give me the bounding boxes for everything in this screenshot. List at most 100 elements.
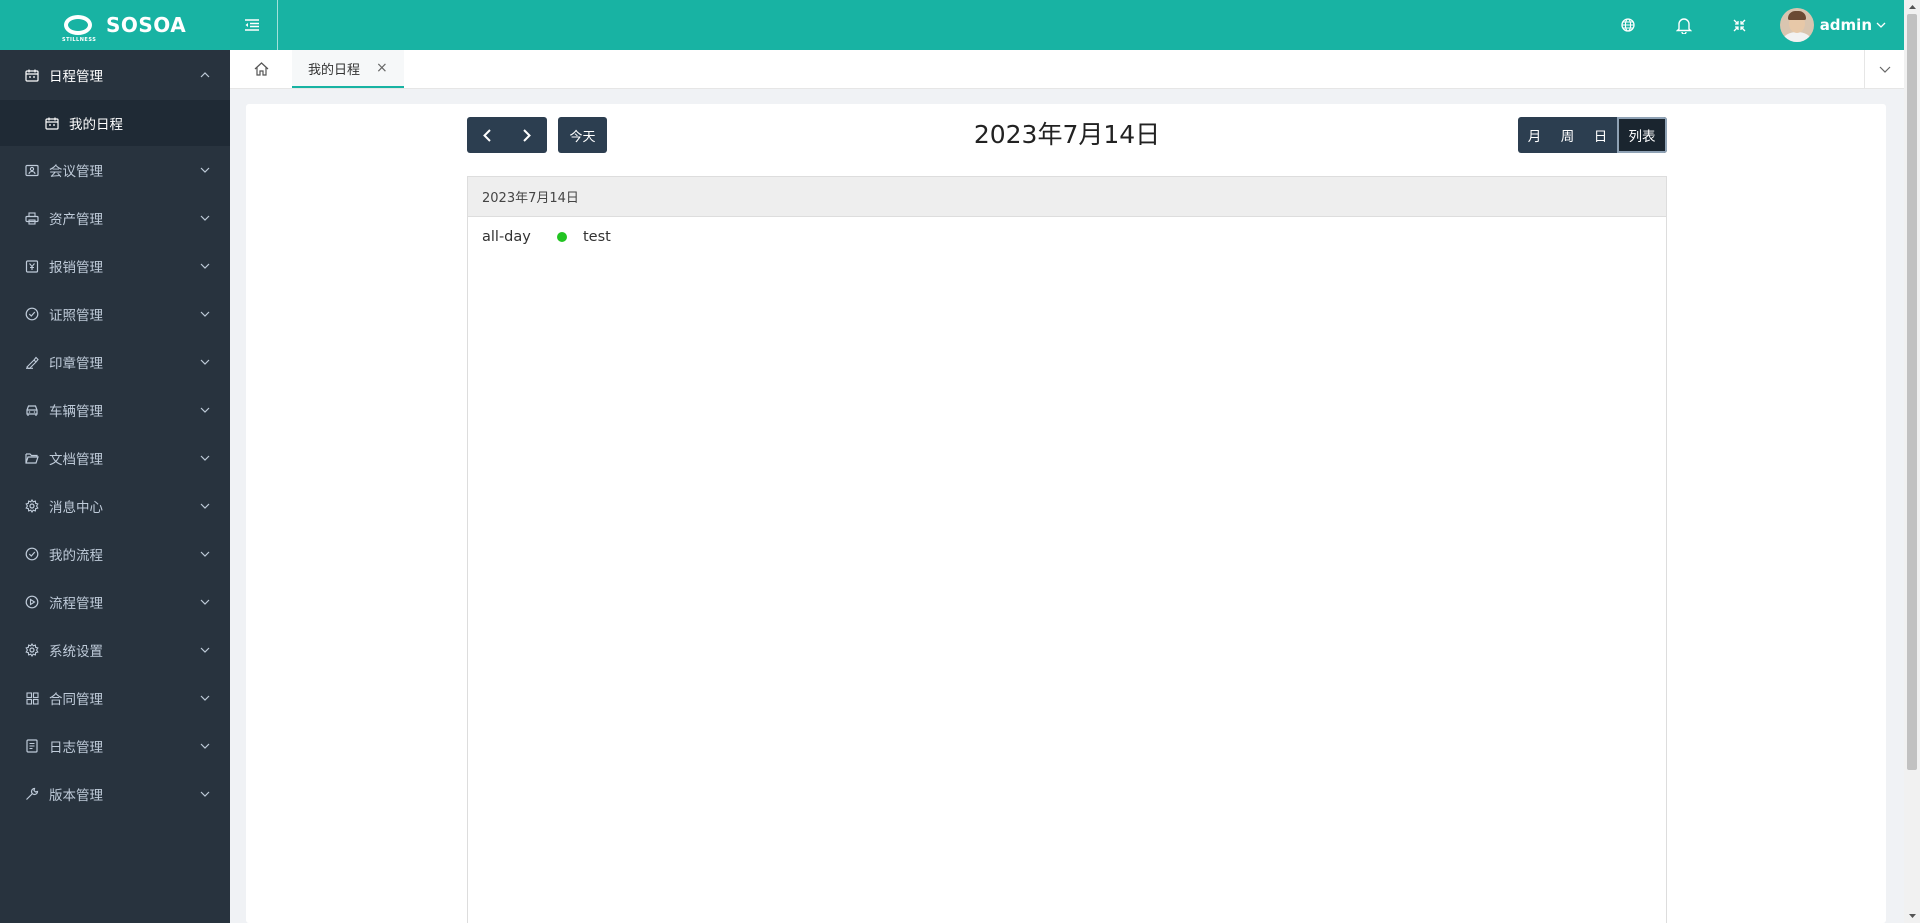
page-scrollbar[interactable] <box>1904 0 1920 923</box>
scroll-thumb[interactable] <box>1907 14 1917 770</box>
chevron-down-icon <box>200 791 210 797</box>
chevron-right-icon <box>523 128 531 142</box>
tab-label: 我的日程 <box>308 62 361 78</box>
sidebar-item-reimbursement[interactable]: 报销管理 <box>0 242 230 290</box>
list-day-heading: 2023年7月14日 <box>468 177 1666 217</box>
sidebar-item-label: 合同管理 <box>49 692 103 708</box>
grid-icon <box>24 690 40 706</box>
scroll-down-arrow[interactable] <box>1904 909 1920 923</box>
sidebar-item-seals[interactable]: 印章管理 <box>0 338 230 386</box>
triangle-down-icon <box>1908 914 1916 918</box>
meeting-icon <box>24 162 40 178</box>
event-color-dot <box>557 232 567 242</box>
calendar-icon <box>24 67 40 83</box>
sidebar-item-label: 版本管理 <box>49 788 103 804</box>
sidebar-item-settings[interactable]: 系统设置 <box>0 626 230 674</box>
calendar-icon <box>44 115 60 131</box>
chevron-down-icon <box>200 743 210 749</box>
gear-icon <box>24 498 40 514</box>
globe-icon <box>1621 18 1635 32</box>
sidebar-item-label: 日程管理 <box>49 69 103 85</box>
view-list-button[interactable]: 列表 <box>1617 117 1667 153</box>
car-icon <box>24 402 40 418</box>
sidebar-item-contracts[interactable]: 合同管理 <box>0 674 230 722</box>
fullscreen-button[interactable] <box>1712 0 1768 50</box>
sidebar-item-messages[interactable]: 消息中心 <box>0 482 230 530</box>
list-event[interactable]: all-day test <box>468 217 1666 257</box>
app-name: SOSOA <box>106 13 187 37</box>
yen-icon <box>24 258 40 274</box>
chevron-down-icon <box>200 263 210 269</box>
sidebar-item-schedule[interactable]: 日程管理 <box>0 50 230 100</box>
sidebar-item-label: 我的日程 <box>69 117 123 133</box>
chevron-up-icon <box>200 72 210 78</box>
play-circle-icon <box>24 594 40 610</box>
header-actions: admin <box>1600 0 1920 50</box>
chevron-down-icon <box>200 167 210 173</box>
sidebar-item-label: 文档管理 <box>49 452 103 468</box>
sidebar-item-my-workflows[interactable]: 我的流程 <box>0 530 230 578</box>
user-menu[interactable]: admin <box>1779 8 1886 42</box>
view-week-button[interactable]: 周 <box>1551 117 1584 153</box>
sidebar-item-label: 会议管理 <box>49 164 103 180</box>
sidebar-item-logs[interactable]: 日志管理 <box>0 722 230 770</box>
chevron-down-icon <box>200 503 210 509</box>
home-icon <box>254 62 268 76</box>
sidebar: 日程管理 我的日程 会议管理 资产管理 报销管理 证照管理 印章管理 车辆管理 … <box>0 50 230 923</box>
next-button[interactable] <box>507 117 547 153</box>
sidebar-item-assets[interactable]: 资产管理 <box>0 194 230 242</box>
logo-subtext: STILLNESS <box>62 37 97 43</box>
calendar-view-switcher: 月 周 日 列表 <box>1518 117 1667 153</box>
view-day-button[interactable]: 日 <box>1584 117 1617 153</box>
document-icon <box>24 738 40 754</box>
tabs-dropdown-button[interactable] <box>1864 50 1904 88</box>
language-button[interactable] <box>1600 0 1656 50</box>
chevron-down-icon <box>200 359 210 365</box>
sidebar-item-label: 日志管理 <box>49 740 103 756</box>
sidebar-item-meetings[interactable]: 会议管理 <box>0 146 230 194</box>
folder-open-icon <box>24 450 40 466</box>
today-button[interactable]: 今天 <box>558 117 607 153</box>
sidebar-item-licenses[interactable]: 证照管理 <box>0 290 230 338</box>
sidebar-item-my-schedule[interactable]: 我的日程 <box>0 100 230 146</box>
sidebar-item-vehicles[interactable]: 车辆管理 <box>0 386 230 434</box>
home-tab[interactable] <box>230 50 292 88</box>
app-logo[interactable]: STILLNESS SOSOA <box>0 0 230 50</box>
sidebar-item-workflow-admin[interactable]: 流程管理 <box>0 578 230 626</box>
chevron-left-icon <box>483 128 491 142</box>
chevron-down-icon <box>200 407 210 413</box>
notifications-button[interactable] <box>1656 0 1712 50</box>
chevron-down-icon <box>200 215 210 221</box>
tab-my-schedule[interactable]: 我的日程 × <box>292 50 404 88</box>
calendar-nav-group <box>467 117 547 153</box>
chevron-down-icon <box>1876 22 1886 28</box>
sidebar-item-label: 证照管理 <box>49 308 103 324</box>
chevron-down-icon <box>200 311 210 317</box>
menu-toggle-button[interactable] <box>226 0 278 50</box>
prev-button[interactable] <box>467 117 507 153</box>
menu-fold-icon <box>244 19 259 31</box>
sidebar-item-label: 车辆管理 <box>49 404 103 420</box>
sidebar-item-label: 资产管理 <box>49 212 103 228</box>
wrench-icon <box>24 786 40 802</box>
stamp-icon <box>24 354 40 370</box>
sidebar-item-label: 我的流程 <box>49 548 103 564</box>
sidebar-item-label: 印章管理 <box>49 356 103 372</box>
sidebar-item-label: 报销管理 <box>49 260 103 276</box>
chevron-down-icon <box>200 551 210 557</box>
sidebar-item-versions[interactable]: 版本管理 <box>0 770 230 818</box>
check-circle-icon <box>24 546 40 562</box>
fullscreen-exit-icon <box>1733 19 1746 31</box>
view-month-button[interactable]: 月 <box>1518 117 1551 153</box>
scroll-up-arrow[interactable] <box>1904 0 1920 14</box>
close-icon[interactable]: × <box>376 60 388 76</box>
event-title: test <box>583 229 611 245</box>
sidebar-item-label: 流程管理 <box>49 596 103 612</box>
sidebar-item-label: 消息中心 <box>49 500 103 516</box>
tabs-bar: 我的日程 × <box>230 50 1904 89</box>
logo-icon: STILLNESS <box>62 11 96 43</box>
triangle-up-icon <box>1908 5 1916 9</box>
chevron-down-icon <box>200 695 210 701</box>
sidebar-item-label: 系统设置 <box>49 644 103 660</box>
sidebar-item-documents[interactable]: 文档管理 <box>0 434 230 482</box>
